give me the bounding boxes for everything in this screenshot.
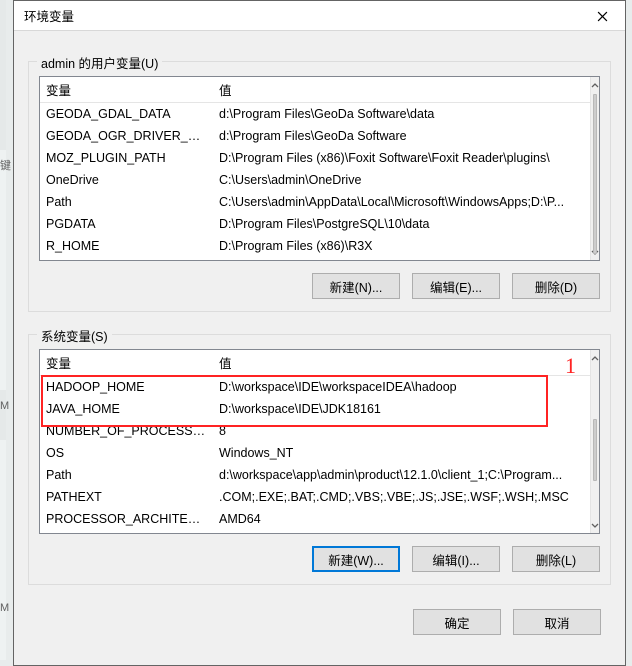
bg-char-3: M xyxy=(0,602,9,614)
val-cell: Windows_NT xyxy=(213,442,590,464)
val-cell: AMD64 xyxy=(213,508,590,530)
sys-vars-table[interactable]: 变量 值 HADOOP_HOMED:\workspace\IDE\workspa… xyxy=(40,350,590,530)
table-row[interactable]: R_HOMED:\Program Files (x86)\R3X xyxy=(40,235,590,257)
sys-new-button[interactable]: 新建(W)... xyxy=(312,546,400,572)
bg-char-1: 键 xyxy=(0,157,11,173)
var-cell: PATHEXT xyxy=(40,486,213,508)
user-vars-table-wrap[interactable]: 变量 值 GEODA_GDAL_DATAd:\Program Files\Geo… xyxy=(39,76,600,261)
val-cell: 8 xyxy=(213,420,590,442)
sys-vars-header-row: 变量 值 xyxy=(40,350,590,376)
table-row[interactable]: PATHEXT.COM;.EXE;.BAT;.CMD;.VBS;.VBE;.JS… xyxy=(40,486,590,508)
sys-vars-group: 系统变量(S) 变量 值 HADOOP_HOMED:\workspace\IDE… xyxy=(28,334,611,585)
var-cell: PGDATA xyxy=(40,213,213,235)
scroll-thumb[interactable] xyxy=(593,419,597,481)
background-left-strip: 键 M M xyxy=(0,0,6,666)
scroll-up-icon[interactable] xyxy=(591,350,599,367)
table-row[interactable]: Pathd:\workspace\app\admin\product\12.1.… xyxy=(40,464,590,486)
user-vars-scrollbar[interactable] xyxy=(590,77,599,260)
val-cell: C:\Users\admin\OneDrive xyxy=(213,169,590,191)
table-row[interactable]: OSWindows_NT xyxy=(40,442,590,464)
table-row[interactable]: PathC:\Users\admin\AppData\Local\Microso… xyxy=(40,191,590,213)
val-cell: C:\Users\admin\AppData\Local\Microsoft\W… xyxy=(213,191,590,213)
val-cell: D:\Program Files\PostgreSQL\10\data xyxy=(213,213,590,235)
dialog-content: admin 的用户变量(U) 变量 值 GEODA_GDAL_DATAd:\Pr… xyxy=(14,31,625,595)
cancel-button[interactable]: 取消 xyxy=(513,609,601,635)
table-row[interactable]: NUMBER_OF_PROCESSORS8 xyxy=(40,420,590,442)
var-cell: PROCESSOR_ARCHITECT... xyxy=(40,508,213,530)
table-row[interactable]: PGDATAD:\Program Files\PostgreSQL\10\dat… xyxy=(40,213,590,235)
scroll-up-icon[interactable] xyxy=(591,77,599,94)
var-cell: NUMBER_OF_PROCESSORS xyxy=(40,420,213,442)
user-vars-legend: admin 的用户变量(U) xyxy=(37,53,162,72)
sys-vars-scrollbar[interactable] xyxy=(590,350,599,533)
val-cell: d:\Program Files\GeoDa Software\data xyxy=(213,103,590,125)
user-vars-header-var[interactable]: 变量 xyxy=(40,77,213,103)
var-cell: Path xyxy=(40,191,213,213)
var-cell: GEODA_OGR_DRIVER_PATH xyxy=(40,125,213,147)
scroll-down-icon[interactable] xyxy=(591,516,599,533)
val-cell: .COM;.EXE;.BAT;.CMD;.VBS;.VBE;.JS;.JSE;.… xyxy=(213,486,590,508)
close-button[interactable] xyxy=(580,1,625,31)
var-cell: HADOOP_HOME xyxy=(40,376,213,398)
val-cell: D:\workspace\IDE\workspaceIDEA\hadoop xyxy=(213,376,590,398)
bg-char-2: M xyxy=(0,400,9,412)
close-icon xyxy=(597,11,608,22)
table-row[interactable]: HADOOP_HOMED:\workspace\IDE\workspaceIDE… xyxy=(40,376,590,398)
table-row[interactable]: MOZ_PLUGIN_PATHD:\Program Files (x86)\Fo… xyxy=(40,147,590,169)
user-vars-group: admin 的用户变量(U) 变量 值 GEODA_GDAL_DATAd:\Pr… xyxy=(28,61,611,312)
scroll-track[interactable] xyxy=(591,367,599,516)
var-cell: MOZ_PLUGIN_PATH xyxy=(40,147,213,169)
user-vars-buttons: 新建(N)... 编辑(E)... 删除(D) xyxy=(39,273,600,299)
val-cell: d:\workspace\app\admin\product\12.1.0\cl… xyxy=(213,464,590,486)
scroll-track[interactable] xyxy=(591,94,599,243)
var-cell: OS xyxy=(40,442,213,464)
table-row[interactable]: GEODA_GDAL_DATAd:\Program Files\GeoDa So… xyxy=(40,103,590,125)
sys-vars-buttons: 新建(W)... 编辑(I)... 删除(L) xyxy=(39,546,600,572)
var-cell: OneDrive xyxy=(40,169,213,191)
ok-button[interactable]: 确定 xyxy=(413,609,501,635)
table-row[interactable]: PROCESSOR_ARCHITECT...AMD64 xyxy=(40,508,590,530)
table-row[interactable]: GEODA_OGR_DRIVER_PATHd:\Program Files\Ge… xyxy=(40,125,590,147)
user-edit-button[interactable]: 编辑(E)... xyxy=(412,273,500,299)
table-row[interactable]: OneDriveC:\Users\admin\OneDrive xyxy=(40,169,590,191)
sys-edit-button[interactable]: 编辑(I)... xyxy=(412,546,500,572)
var-cell: GEODA_GDAL_DATA xyxy=(40,103,213,125)
env-vars-dialog: 环境变量 admin 的用户变量(U) 变量 值 xyxy=(13,0,626,666)
sys-vars-table-wrap[interactable]: 变量 值 HADOOP_HOMED:\workspace\IDE\workspa… xyxy=(39,349,600,534)
user-vars-header-row: 变量 值 xyxy=(40,77,590,103)
user-new-button[interactable]: 新建(N)... xyxy=(312,273,400,299)
sys-delete-button[interactable]: 删除(L) xyxy=(512,546,600,572)
user-delete-button[interactable]: 删除(D) xyxy=(512,273,600,299)
user-vars-table[interactable]: 变量 值 GEODA_GDAL_DATAd:\Program Files\Geo… xyxy=(40,77,590,257)
val-cell: D:\Program Files (x86)\R3X xyxy=(213,235,590,257)
sys-vars-header-val[interactable]: 值 xyxy=(213,350,590,376)
user-vars-header-val[interactable]: 值 xyxy=(213,77,590,103)
window-title: 环境变量 xyxy=(24,6,74,25)
val-cell: D:\workspace\IDE\JDK18161 xyxy=(213,398,590,420)
val-cell: D:\Program Files (x86)\Foxit Software\Fo… xyxy=(213,147,590,169)
sys-vars-legend: 系统变量(S) xyxy=(37,326,112,345)
titlebar[interactable]: 环境变量 xyxy=(14,1,625,31)
var-cell: JAVA_HOME xyxy=(40,398,213,420)
scroll-thumb[interactable] xyxy=(593,94,597,254)
dialog-footer: 确定 取消 xyxy=(14,595,625,649)
sys-vars-header-var[interactable]: 变量 xyxy=(40,350,213,376)
table-row[interactable]: JAVA_HOMED:\workspace\IDE\JDK18161 xyxy=(40,398,590,420)
val-cell: d:\Program Files\GeoDa Software xyxy=(213,125,590,147)
var-cell: Path xyxy=(40,464,213,486)
var-cell: R_HOME xyxy=(40,235,213,257)
